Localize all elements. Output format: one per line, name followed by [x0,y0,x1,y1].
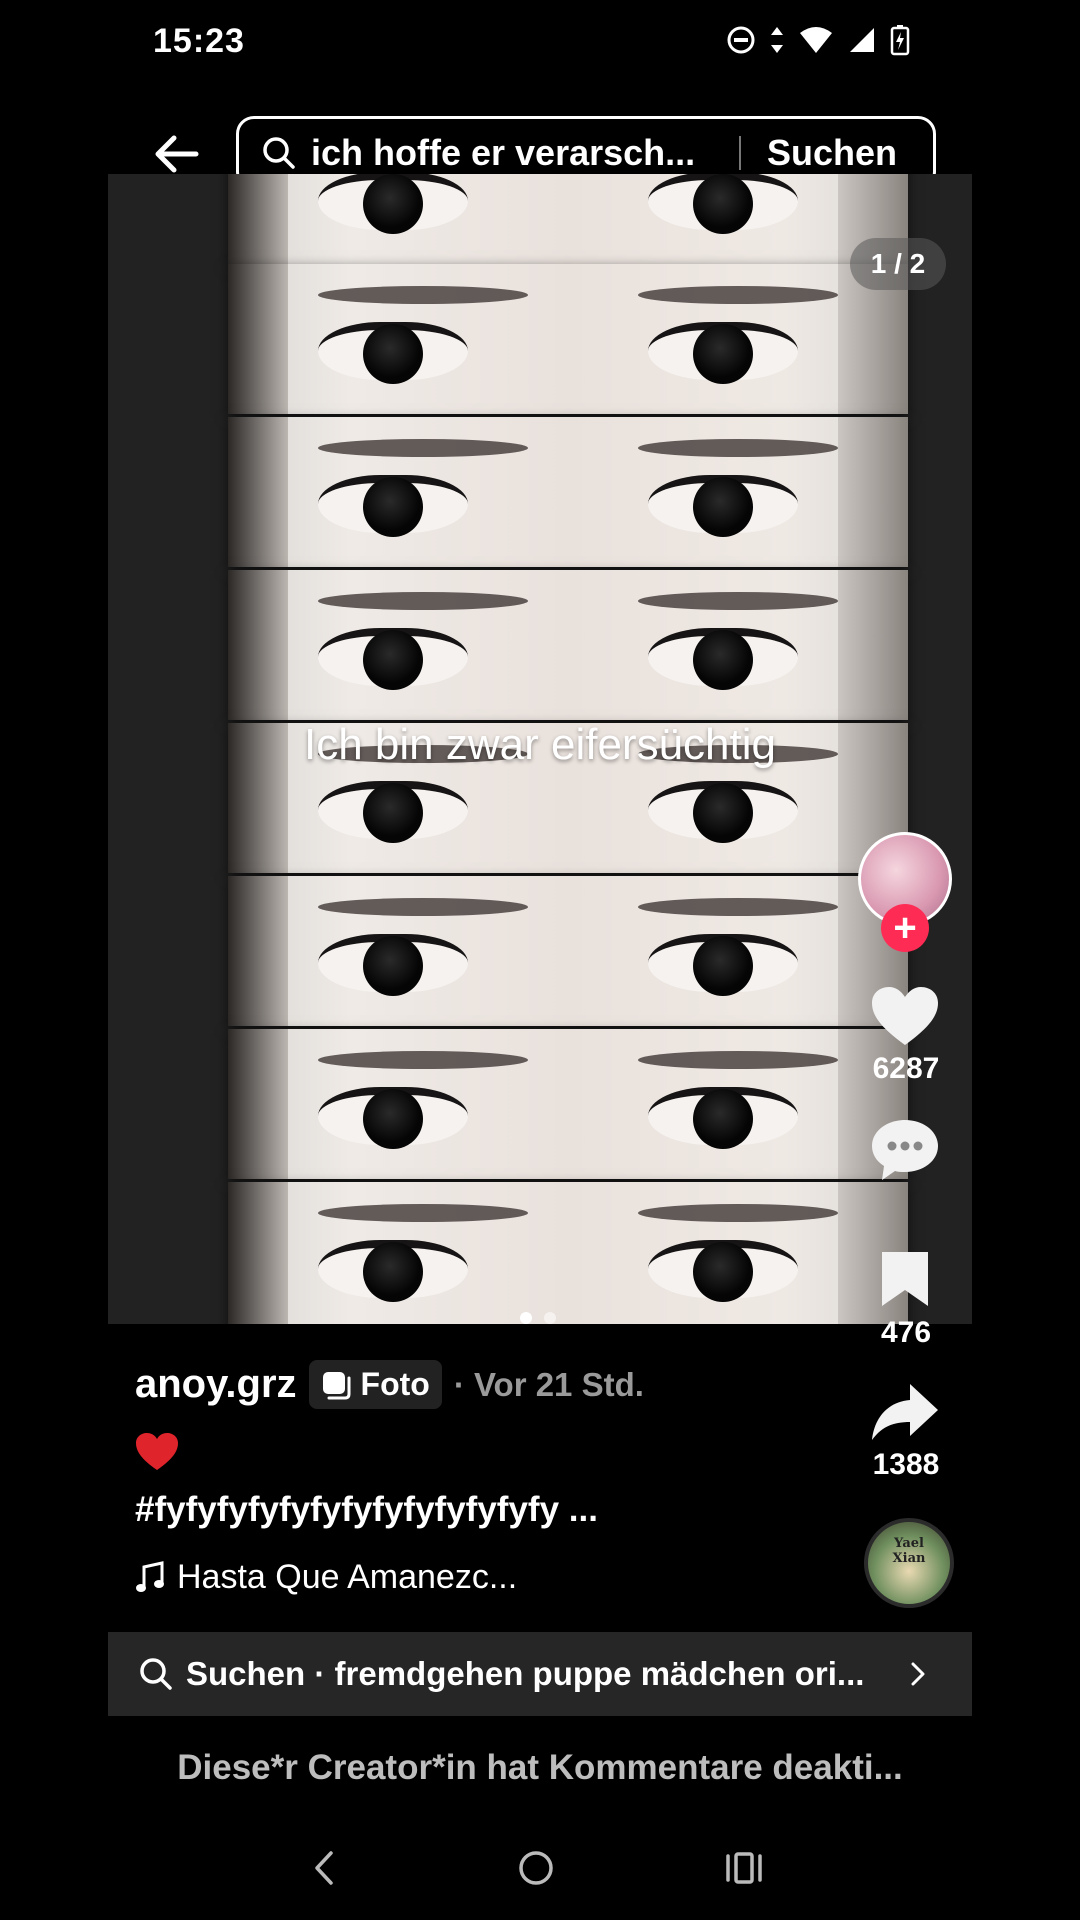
search-button[interactable]: Suchen [767,132,897,174]
like-heart-icon[interactable] [870,985,940,1047]
music-row[interactable]: Hasta Que Amanezc... [135,1558,517,1597]
search-query[interactable]: ich hoffe er verarsch... [311,132,721,174]
status-time: 15:23 [153,22,245,60]
like-count: 6287 [872,1052,940,1085]
photo-type-chip: Foto [308,1360,442,1409]
caption-hashtags[interactable]: #fyfyfyfyfyfyfyfyfyfyfyfyfy ... [135,1490,835,1530]
photo-strip [228,264,908,414]
nav-back-button[interactable] [294,1838,354,1898]
photo-strip [228,570,908,720]
photo-strip [228,876,908,1026]
comment-bubble-icon[interactable] [870,1118,940,1182]
photo-overlay-text: Ich bin zwar eifersüchtig [304,720,776,769]
music-disc[interactable]: Yael Xian [864,1518,954,1608]
photo-strip [228,1029,908,1179]
plus-icon: + [893,906,917,950]
creator-row: anoy.grz Foto · Vor 21 Std. [135,1360,644,1409]
wifi-icon [800,27,832,53]
signal-icon [850,28,874,52]
photo-strip [228,174,908,264]
share-count: 1388 [872,1448,940,1481]
music-note-icon [136,1560,164,1592]
post-timestamp: · Vor 21 Std. [453,1365,644,1403]
photo-stack-icon [322,1371,351,1399]
photo-type-label: Foto [360,1366,430,1402]
related-search-label: Suchen · fremdgehen puppe mädchen ori... [186,1655,865,1692]
creator-name[interactable]: anoy.grz [135,1362,297,1407]
comments-disabled-notice: Diese*r Creator*in hat Kommentare deakti… [177,1748,903,1787]
nav-back-icon [315,1851,333,1885]
status-icons [726,24,910,56]
photo-strip [228,417,908,567]
back-arrow-icon[interactable] [150,128,202,180]
page-dot-active [520,1312,532,1324]
nav-home-icon [519,1851,553,1885]
search-icon [140,1658,172,1690]
search-icon [263,137,295,169]
red-heart-emoji [136,1433,178,1470]
do-not-disturb-icon [727,26,755,54]
photo-strip [228,1182,908,1324]
related-search-bar[interactable]: Suchen · fremdgehen puppe mädchen ori... [108,1632,972,1716]
music-title: Hasta Que Amanezc... [177,1558,518,1596]
page-dot [544,1312,556,1324]
nav-home-button[interactable] [506,1838,566,1898]
nav-recents-button[interactable] [714,1838,774,1898]
bookmark-icon[interactable] [870,1252,940,1306]
data-arrows-icon [771,27,783,53]
battery-charging-icon [890,25,910,56]
music-disc-label: Yael Xian [892,1536,926,1566]
search-divider [739,136,741,170]
page-indicator [520,1312,556,1324]
bookmark-count: 476 [880,1316,932,1349]
follow-button[interactable]: + [881,904,929,952]
share-arrow-icon[interactable] [870,1382,940,1442]
chevron-right-icon [911,1662,925,1686]
page-counter: 1 / 2 [850,238,946,290]
nav-recents-icon [726,1852,762,1884]
